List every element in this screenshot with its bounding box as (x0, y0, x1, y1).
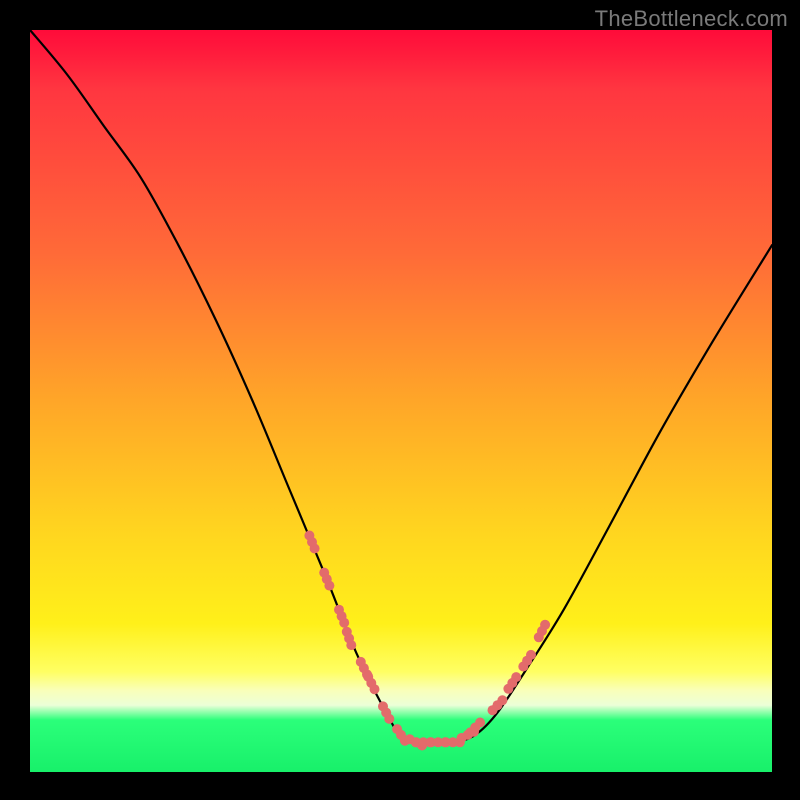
highlighted-point (334, 605, 349, 628)
highlighted-point (363, 672, 379, 695)
highlighted-point (518, 650, 536, 672)
highlighted-point (342, 627, 357, 650)
watermark-text: TheBottleneck.com (595, 6, 788, 32)
highlighted-point (378, 701, 394, 724)
highlighted-point (304, 531, 319, 554)
highlighted-point (534, 620, 550, 643)
highlighted-points-group (304, 531, 550, 751)
chart-plot-area (30, 30, 772, 772)
highlighted-point (319, 568, 334, 591)
bottleneck-curve-path (30, 30, 772, 743)
chart-frame: TheBottleneck.com (0, 0, 800, 800)
chart-svg (30, 30, 772, 772)
